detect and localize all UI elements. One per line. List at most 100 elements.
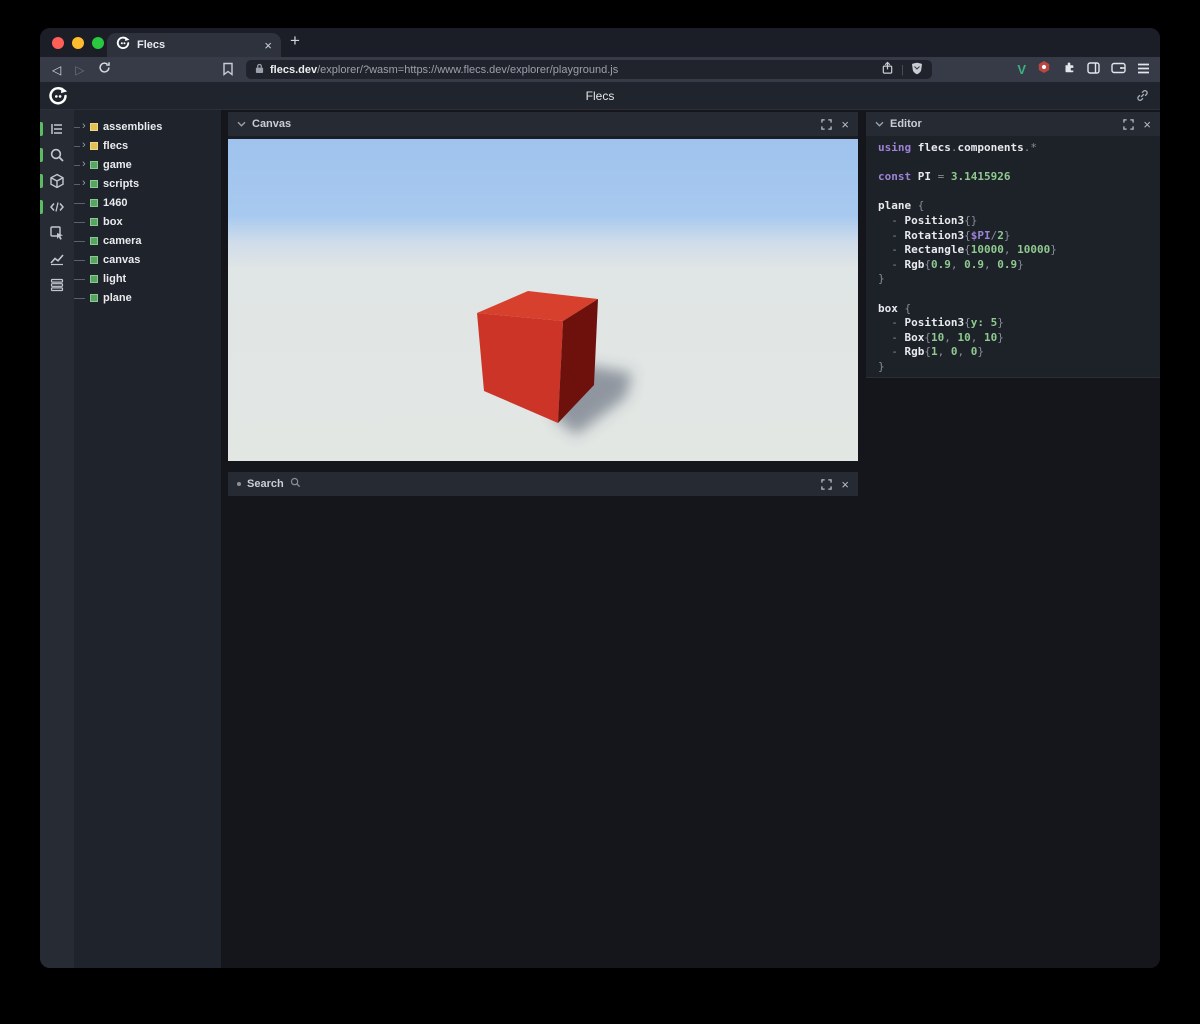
line-chart-icon bbox=[49, 251, 65, 267]
tree-item[interactable]: light bbox=[74, 270, 221, 289]
new-tab-button[interactable]: + bbox=[290, 31, 300, 51]
adblock-icon[interactable] bbox=[1037, 60, 1051, 79]
tree-item[interactable]: ›assemblies bbox=[74, 118, 221, 137]
entity-color-square bbox=[90, 218, 98, 226]
tree-item[interactable]: box bbox=[74, 213, 221, 232]
traffic-light-close[interactable] bbox=[52, 37, 64, 49]
sidebar-item-statistics[interactable] bbox=[40, 246, 74, 272]
menu-hamburger-icon[interactable] bbox=[1137, 61, 1150, 79]
browser-window: Flecs × + ◁ ▷ flecs.dev/explorer/?wasm=h… bbox=[40, 28, 1160, 968]
reload-button[interactable] bbox=[98, 61, 111, 79]
entity-color-square bbox=[90, 123, 98, 131]
close-icon[interactable]: × bbox=[1143, 118, 1151, 131]
address-bar[interactable]: flecs.dev/explorer/?wasm=https://www.fle… bbox=[246, 60, 932, 79]
sidebar-item-inspect[interactable] bbox=[40, 220, 74, 246]
inspect-cursor-icon bbox=[49, 225, 65, 241]
search-panel: Search × bbox=[228, 472, 858, 496]
search-panel-header[interactable]: Search × bbox=[228, 472, 858, 496]
fullscreen-icon[interactable] bbox=[1123, 119, 1134, 130]
editor-panel: Editor × using flecs.components.* const … bbox=[866, 112, 1160, 378]
tree-item[interactable]: › flecs bbox=[74, 137, 221, 156]
tree-item[interactable]: ›scripts bbox=[74, 175, 221, 194]
expand-arrow-icon[interactable]: › bbox=[82, 139, 86, 151]
bookmark-icon[interactable] bbox=[222, 62, 234, 81]
code-icon bbox=[49, 199, 65, 215]
tree-item-label: game bbox=[103, 159, 132, 171]
3d-viewport[interactable] bbox=[228, 136, 858, 461]
vue-devtools-icon[interactable]: V bbox=[1017, 62, 1026, 77]
chevron-down-icon[interactable] bbox=[875, 121, 884, 127]
back-button[interactable]: ◁ bbox=[52, 63, 61, 77]
entity-tree: ›assemblies›flecs›game›scripts1460boxcam… bbox=[74, 110, 221, 968]
active-indicator bbox=[40, 200, 43, 214]
main-area: Canvas × bbox=[221, 110, 1160, 968]
chevron-down-icon[interactable] bbox=[237, 121, 246, 127]
tree-item-label: flecs bbox=[103, 140, 128, 152]
browser-tab[interactable]: Flecs × bbox=[107, 33, 281, 57]
sidebar-item-entity-tree[interactable] bbox=[40, 116, 74, 142]
sidebar-item-search[interactable] bbox=[40, 142, 74, 168]
extensions-puzzle-icon[interactable] bbox=[1062, 60, 1076, 79]
cube-front-face bbox=[477, 313, 563, 423]
active-indicator bbox=[40, 226, 43, 240]
active-indicator bbox=[40, 174, 43, 188]
brave-shield-icon[interactable] bbox=[911, 62, 923, 78]
canvas-panel: Canvas × bbox=[228, 112, 858, 461]
tree-item-label: camera bbox=[103, 235, 142, 247]
close-icon[interactable]: × bbox=[841, 118, 849, 131]
fullscreen-icon[interactable] bbox=[821, 479, 832, 490]
tree-item[interactable]: plane bbox=[74, 289, 221, 308]
entity-color-square bbox=[90, 294, 98, 302]
tree-item-label: plane bbox=[103, 292, 132, 304]
entity-color-square bbox=[90, 199, 98, 207]
traffic-light-zoom[interactable] bbox=[92, 37, 104, 49]
expand-arrow-icon[interactable]: › bbox=[82, 158, 86, 170]
tree-item[interactable]: camera bbox=[74, 232, 221, 251]
sidebar-item-entities[interactable] bbox=[40, 168, 74, 194]
browser-toolbar: ◁ ▷ flecs.dev/explorer/?wasm=https://www… bbox=[40, 57, 1160, 82]
tree-connector bbox=[74, 241, 85, 242]
forward-button[interactable]: ▷ bbox=[75, 63, 84, 77]
lock-icon bbox=[255, 63, 264, 77]
side-panel-icon[interactable] bbox=[1087, 61, 1100, 79]
tree-item-label: 1460 bbox=[103, 197, 127, 209]
entity-color-square bbox=[90, 142, 98, 150]
tab-close-icon[interactable]: × bbox=[264, 39, 272, 52]
fullscreen-icon[interactable] bbox=[821, 119, 832, 130]
scene-render bbox=[228, 139, 858, 461]
app-content: ›assemblies›flecs›game›scripts1460boxcam… bbox=[40, 110, 1160, 968]
tree-item-label: canvas bbox=[103, 254, 140, 266]
editor-code[interactable]: using flecs.components.* const PI = 3.14… bbox=[866, 136, 1160, 378]
wallet-icon[interactable] bbox=[1111, 61, 1126, 79]
share-link-icon[interactable] bbox=[1136, 89, 1149, 107]
editor-panel-header[interactable]: Editor × bbox=[866, 112, 1160, 136]
tab-strip: Flecs × + bbox=[40, 28, 1160, 57]
canvas-panel-header[interactable]: Canvas × bbox=[228, 112, 858, 136]
tree-item[interactable]: canvas bbox=[74, 251, 221, 270]
tree-item[interactable]: › game bbox=[74, 156, 221, 175]
active-indicator bbox=[40, 122, 43, 136]
url-domain: flecs.dev bbox=[270, 64, 317, 76]
tree-connector bbox=[74, 279, 85, 280]
entity-color-square bbox=[90, 161, 98, 169]
collapsed-bullet-icon[interactable] bbox=[237, 482, 241, 486]
entity-color-square bbox=[90, 256, 98, 264]
share-icon[interactable] bbox=[881, 61, 894, 78]
tree-connector bbox=[74, 184, 80, 185]
app-header: Flecs bbox=[40, 82, 1160, 110]
sidebar-item-script[interactable] bbox=[40, 194, 74, 220]
tab-title: Flecs bbox=[137, 39, 165, 51]
expand-arrow-icon[interactable]: › bbox=[82, 120, 86, 132]
page-title: Flecs bbox=[40, 89, 1160, 103]
expand-arrow-icon[interactable]: › bbox=[82, 177, 86, 189]
sidebar-item-queries[interactable] bbox=[40, 272, 74, 298]
active-indicator bbox=[40, 278, 43, 292]
close-icon[interactable]: × bbox=[841, 478, 849, 491]
tree-item[interactable]: 1460 bbox=[74, 194, 221, 213]
search-icon bbox=[290, 477, 301, 491]
rows-icon bbox=[49, 277, 65, 293]
traffic-light-minimize[interactable] bbox=[72, 37, 84, 49]
url-path: /explorer/?wasm=https://www.flecs.dev/ex… bbox=[317, 64, 618, 76]
editor-panel-title: Editor bbox=[890, 118, 922, 130]
tree-connector bbox=[74, 222, 85, 223]
